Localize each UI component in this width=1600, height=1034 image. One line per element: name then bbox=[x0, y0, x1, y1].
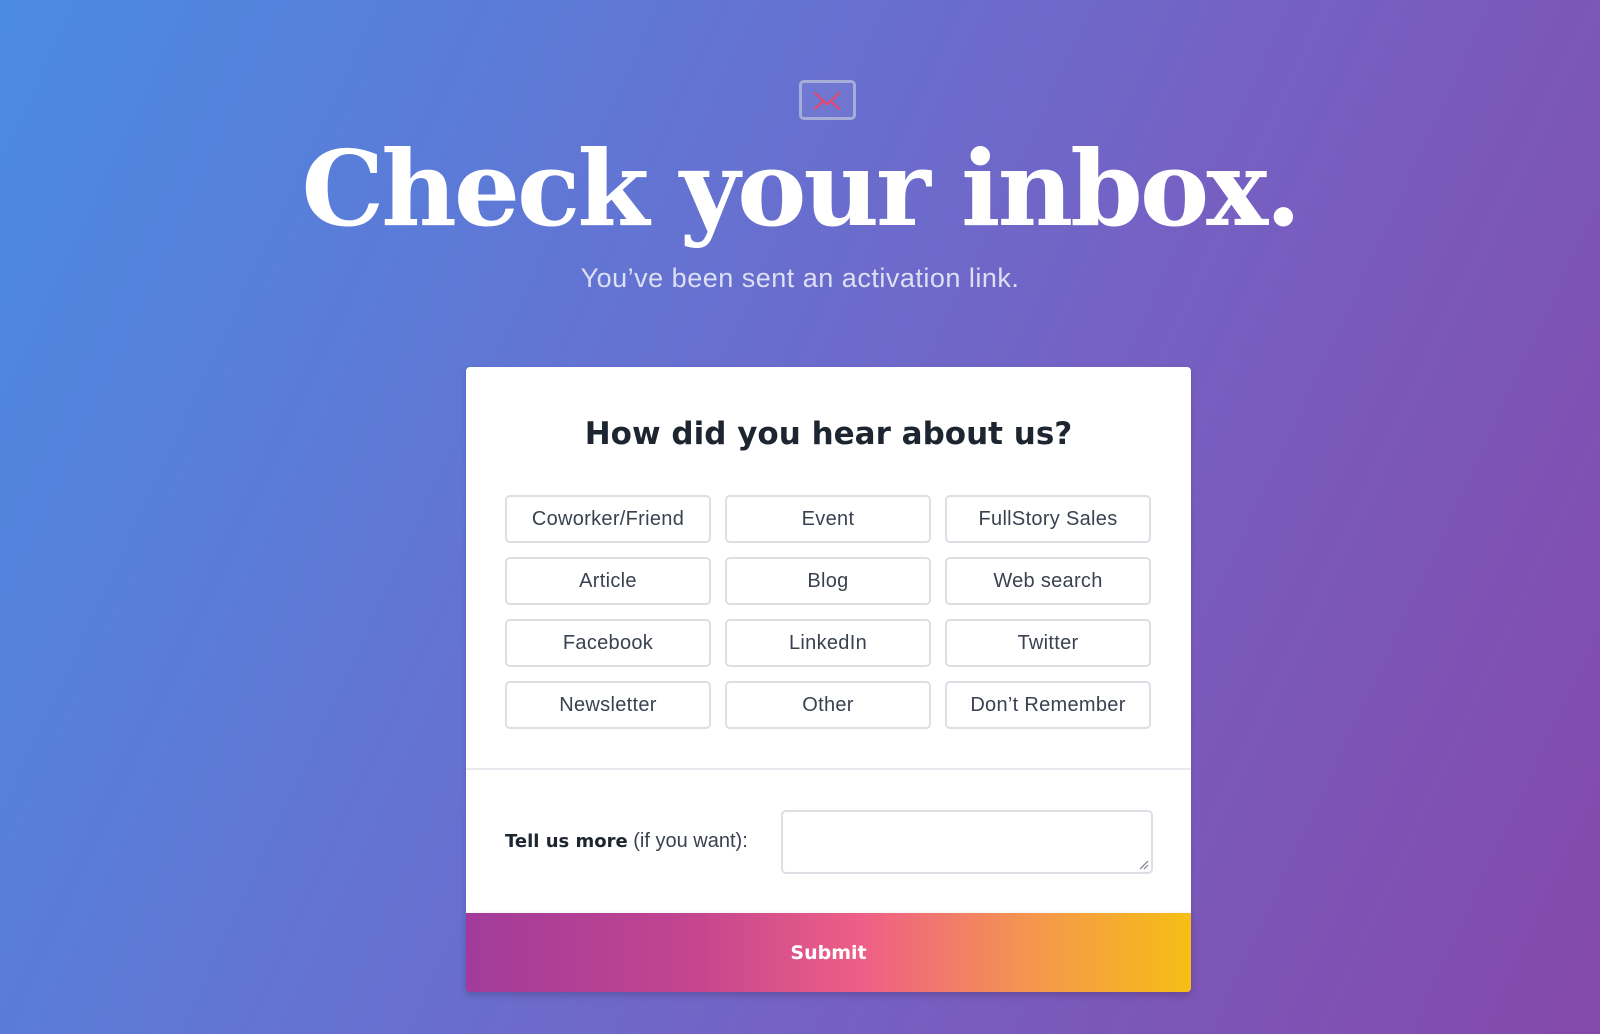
survey-question: How did you hear about us? bbox=[584, 416, 1073, 452]
option-coworker-friend[interactable]: Coworker/Friend bbox=[505, 495, 711, 543]
option-fullstory-sales[interactable]: FullStory Sales bbox=[945, 495, 1151, 543]
divider bbox=[466, 768, 1191, 770]
option-twitter[interactable]: Twitter bbox=[945, 619, 1151, 667]
option-newsletter[interactable]: Newsletter bbox=[505, 681, 711, 729]
envelope-mark-icon bbox=[813, 91, 841, 111]
submit-button[interactable]: Submit bbox=[466, 913, 1191, 992]
option-facebook[interactable]: Facebook bbox=[505, 619, 711, 667]
option-dont-remember[interactable]: Don’t Remember bbox=[945, 681, 1151, 729]
option-article[interactable]: Article bbox=[505, 557, 711, 605]
envelope-icon bbox=[799, 80, 856, 120]
tell-us-more-label: Tell us more (if you want): bbox=[505, 827, 748, 856]
survey-card: How did you hear about us? Coworker/Frie… bbox=[466, 367, 1191, 913]
option-blog[interactable]: Blog bbox=[725, 557, 931, 605]
resize-grip-icon[interactable] bbox=[1139, 860, 1149, 870]
tell-us-more-input[interactable] bbox=[781, 810, 1153, 874]
page-subtitle: You’ve been sent an activation link. bbox=[580, 263, 1020, 293]
tell-us-more-label-rest: (if you want): bbox=[627, 830, 748, 852]
option-other[interactable]: Other bbox=[725, 681, 931, 729]
option-web-search[interactable]: Web search bbox=[945, 557, 1151, 605]
page-title: Check your inbox. bbox=[301, 127, 1302, 250]
option-linkedin[interactable]: LinkedIn bbox=[725, 619, 931, 667]
option-event[interactable]: Event bbox=[725, 495, 931, 543]
tell-us-more-label-bold: Tell us more bbox=[505, 831, 628, 852]
option-grid: Coworker/Friend Event FullStory Sales Ar… bbox=[505, 495, 1153, 729]
